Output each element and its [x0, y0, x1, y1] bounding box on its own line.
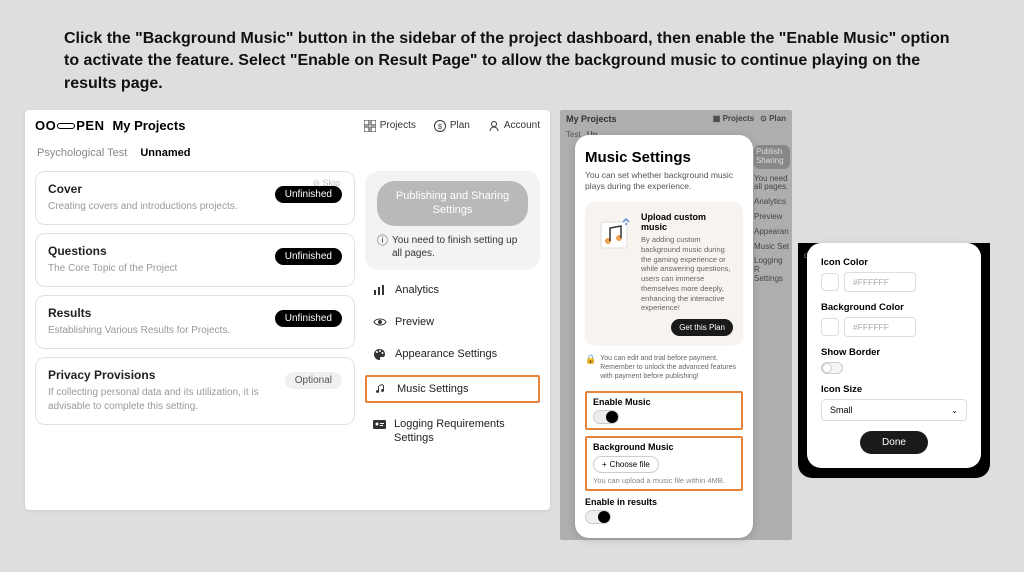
modal-subtitle: You can set whether background music pla… [585, 170, 743, 192]
enable-music-toggle[interactable] [593, 410, 619, 424]
top-nav: Projects $ Plan Account [364, 120, 540, 132]
sidebar-logging[interactable]: Logging Requirements Settings [365, 411, 540, 452]
card-cover[interactable]: ⊘ Skip Cover Creating covers and introdu… [35, 171, 355, 225]
upload-desc: By adding custom background music during… [641, 235, 733, 313]
publish-box: Publishing and Sharing Settings ⓘ You ne… [365, 171, 540, 270]
sidebar-music-settings[interactable]: Music Settings [365, 375, 540, 403]
chevron-down-icon: ⌄ [951, 406, 958, 415]
person-icon [488, 120, 500, 132]
music-icon [375, 383, 389, 395]
upload-title: Upload custom music [641, 212, 733, 232]
icon-size-field: Icon Size Small ⌄ [821, 384, 967, 421]
publish-note: ⓘ You need to finish setting up all page… [377, 234, 528, 260]
show-border-toggle[interactable] [821, 362, 843, 374]
color-settings-modal: Icon Color #FFFFFF Background Color #FFF… [807, 243, 981, 468]
modal-title: Music Settings [585, 149, 743, 166]
card-results[interactable]: Results Establishing Various Results for… [35, 295, 355, 349]
icon-color-input[interactable]: #FFFFFF [844, 272, 916, 292]
warning-note: 🔒 You can edit and trial before payment.… [585, 354, 743, 381]
palette-icon [373, 348, 387, 361]
dashboard-panel: OOPEN My Projects Projects $ Plan Accoun… [25, 110, 550, 510]
logo: OOPEN [35, 118, 104, 133]
sidebar-label: Music Settings [397, 383, 469, 395]
show-border-field: Show Border [821, 347, 967, 374]
lock-icon: 🔒 [585, 354, 596, 366]
sidebar-analytics[interactable]: Analytics [365, 278, 540, 302]
background-music-section: Background Music + Choose file You can u… [585, 436, 743, 491]
icon-size-select[interactable]: Small ⌄ [821, 399, 967, 421]
card-privacy[interactable]: Privacy Provisions If collecting persona… [35, 357, 355, 425]
analytics-icon [373, 284, 387, 296]
page-list: ⊘ Skip Cover Creating covers and introdu… [35, 171, 355, 451]
info-icon: ⓘ [377, 234, 388, 248]
bg-color-label: Background Color [821, 302, 967, 313]
nav-projects[interactable]: Projects [364, 120, 416, 132]
status-badge: Unfinished [275, 248, 342, 265]
card-desc: If collecting personal data and its util… [48, 386, 288, 414]
nav-plan[interactable]: $ Plan [434, 120, 470, 132]
icon-color-field: Icon Color #FFFFFF [821, 257, 967, 292]
nav-projects-label: Projects [380, 120, 416, 131]
publish-button[interactable]: Publishing and Sharing Settings [377, 181, 528, 226]
breadcrumb-category: Psychological Test [37, 147, 127, 159]
icon-color-label: Icon Color [821, 257, 967, 268]
done-button[interactable]: Done [860, 431, 928, 454]
dashboard-header: OOPEN My Projects Projects $ Plan Accoun… [25, 110, 550, 141]
bg-nav-projects: ▦ Projects [713, 114, 754, 124]
sidebar-label: Analytics [395, 284, 439, 296]
sidebar-preview[interactable]: Preview [365, 310, 540, 334]
dollar-icon: $ [434, 120, 446, 132]
eye-icon [373, 317, 387, 327]
choose-file-button[interactable]: + Choose file [593, 456, 659, 473]
sidebar-label: Logging Requirements Settings [394, 417, 532, 446]
instruction-text: Click the "Background Music" button in t… [64, 28, 960, 95]
bg-color-swatch[interactable] [821, 318, 839, 336]
sidebar: Publishing and Sharing Settings ⓘ You ne… [365, 171, 540, 451]
grid-icon [364, 120, 376, 132]
music-illustration-icon [595, 216, 633, 254]
get-plan-button[interactable]: Get this Plan [671, 319, 733, 336]
svg-text:$: $ [438, 124, 442, 131]
status-badge: Unfinished [275, 310, 342, 327]
bg-color-field: Background Color #FFFFFF [821, 302, 967, 337]
status-badge: Optional [285, 372, 342, 389]
status-badge: Unfinished [275, 186, 342, 203]
sidebar-appearance[interactable]: Appearance Settings [365, 342, 540, 367]
plus-icon: + [602, 460, 607, 469]
nav-account[interactable]: Account [488, 120, 540, 132]
bg-crumb: Test [566, 130, 581, 139]
enable-results-label: Enable in results [585, 497, 743, 507]
file-note: You can upload a music file within 4MB. [593, 476, 735, 485]
enable-music-section: Enable Music [585, 391, 743, 430]
bg-color-input[interactable]: #FFFFFF [844, 317, 916, 337]
bg-sidebar-hints: Publish Sharing You need all pages. Anal… [752, 141, 792, 288]
enable-music-label: Enable Music [593, 397, 735, 407]
badge-icon [373, 418, 386, 429]
enable-results-section: Enable in results [585, 497, 743, 524]
breadcrumb-name: Unnamed [140, 147, 190, 159]
header-title: My Projects [112, 118, 185, 133]
music-settings-modal: Music Settings You can set whether backg… [575, 135, 753, 538]
sidebar-label: Preview [395, 316, 434, 328]
nav-account-label: Account [504, 120, 540, 131]
icon-size-label: Icon Size [821, 384, 967, 395]
sidebar-label: Appearance Settings [395, 348, 497, 360]
enable-results-toggle[interactable] [585, 510, 611, 524]
show-border-label: Show Border [821, 347, 967, 358]
bg-nav-plan: ⊙ Plan [760, 114, 786, 124]
nav-plan-label: Plan [450, 120, 470, 131]
upload-card: Upload custom music By adding custom bac… [585, 202, 743, 346]
background-music-label: Background Music [593, 442, 735, 452]
card-questions[interactable]: Questions The Core Topic of the Project … [35, 233, 355, 287]
breadcrumb: Psychological Test Unnamed [25, 141, 550, 165]
dashboard-body: ⊘ Skip Cover Creating covers and introdu… [25, 165, 550, 461]
icon-color-swatch[interactable] [821, 273, 839, 291]
bg-title: My Projects [566, 114, 617, 124]
